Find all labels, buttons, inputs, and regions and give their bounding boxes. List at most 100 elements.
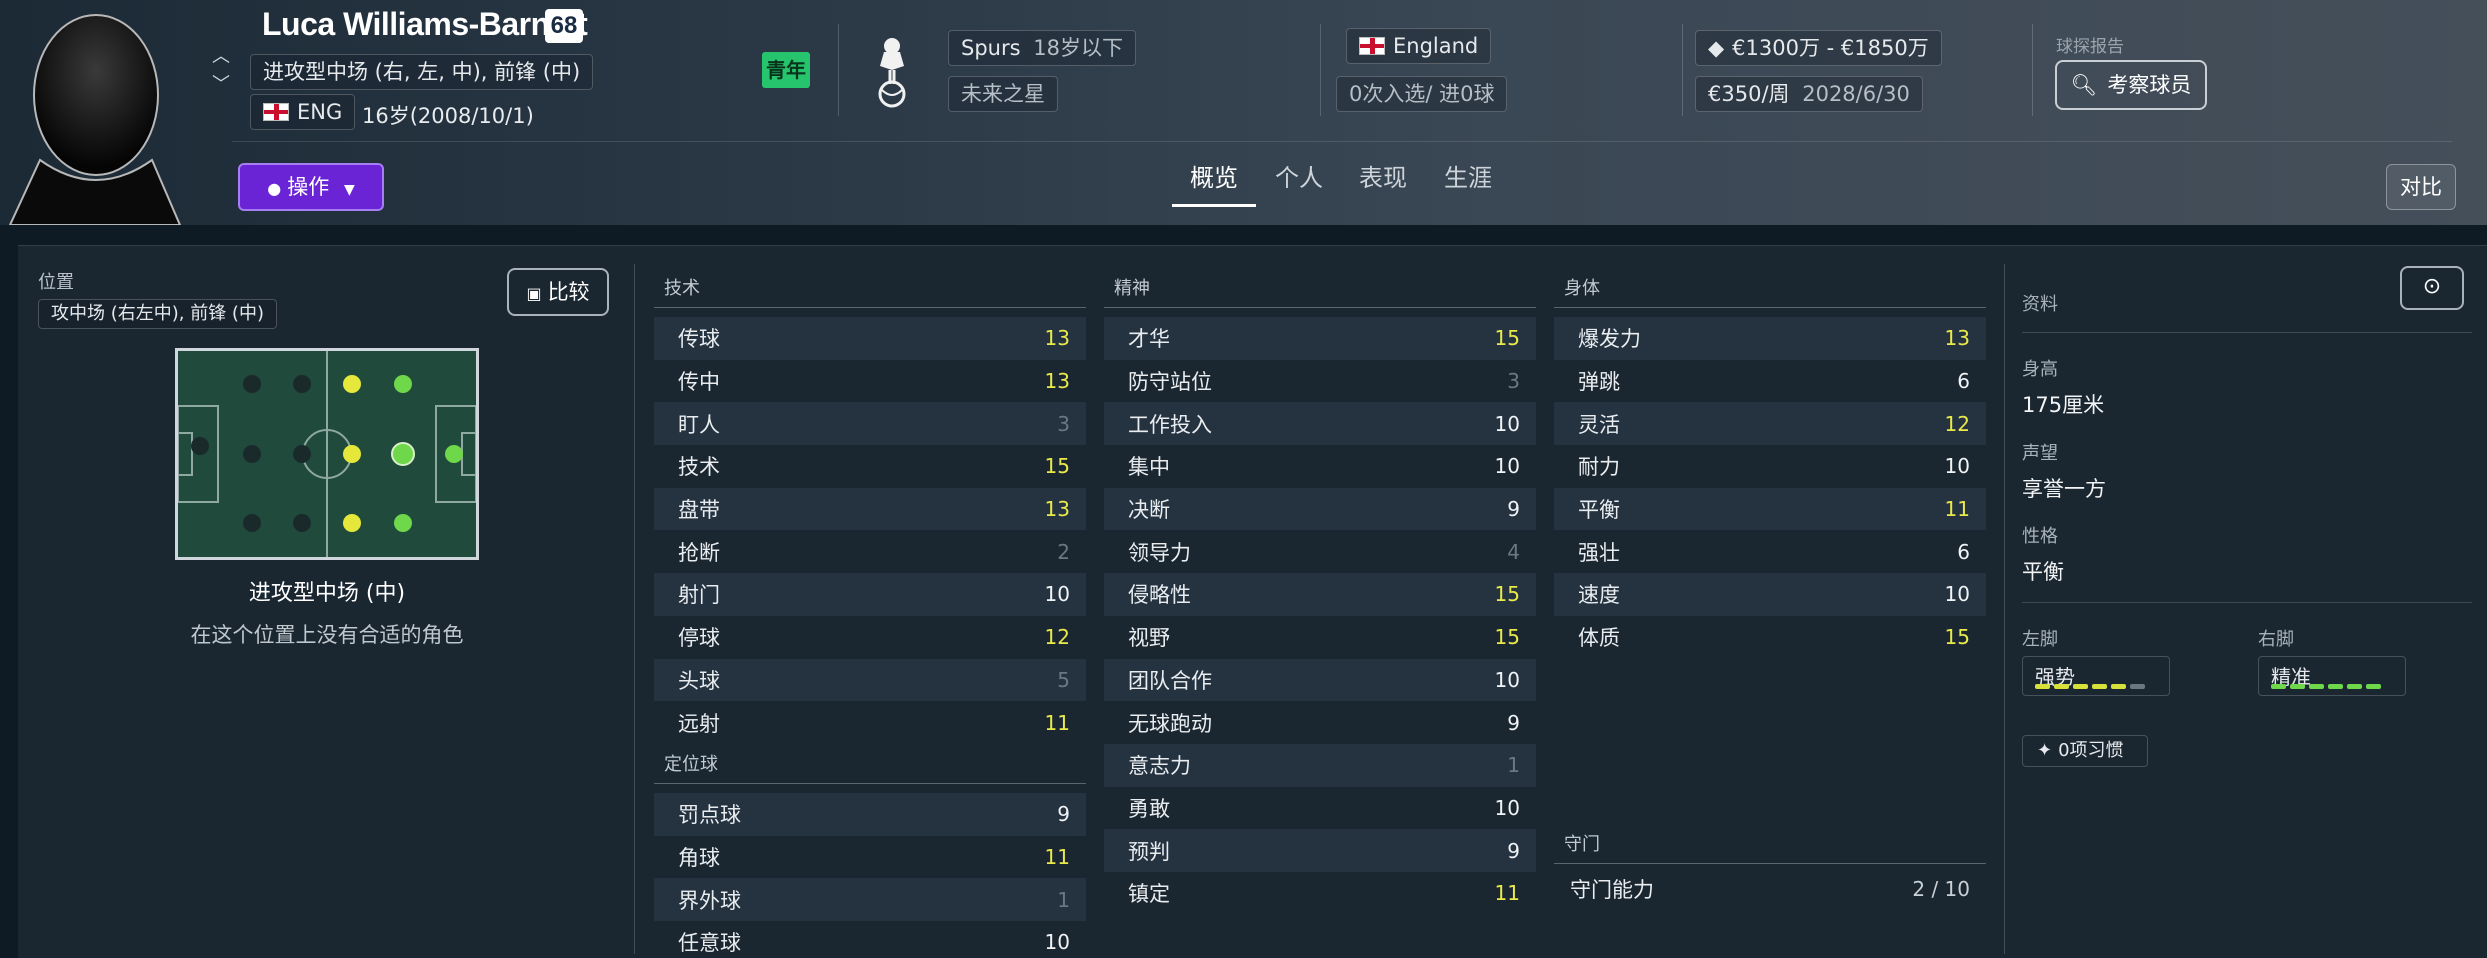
goalkeeping: 守门 守门能力 2 / 10 — [1554, 830, 1986, 911]
tab-performance[interactable]: 表现 — [1359, 158, 1407, 193]
mental-title: 精神 — [1104, 274, 1536, 308]
attribute-name: 灵活 — [1578, 412, 1620, 437]
attribute-row[interactable]: 预判 9 — [1104, 829, 1536, 872]
attribute-value: 10 — [1944, 582, 1970, 607]
scroll-up-icon[interactable]: ︿ — [212, 42, 230, 68]
right-foot-bar — [2271, 684, 2381, 689]
attribute-name: 体质 — [1578, 626, 1620, 651]
attribute-row[interactable]: 防守站位 3 — [1104, 360, 1536, 403]
scroll-down-icon[interactable]: ﹀ — [212, 70, 230, 96]
actions-label: 操作 — [287, 175, 330, 199]
left-foot-rating: 强势 — [2022, 656, 2170, 696]
info-title: 资料 — [2022, 294, 2058, 315]
personality-icon-button[interactable]: ⊙ — [2400, 266, 2464, 310]
attribute-name: 盯人 — [678, 412, 720, 437]
attribute-row[interactable]: 侵略性 15 — [1104, 573, 1536, 616]
attribute-row[interactable]: 意志力 1 — [1104, 743, 1536, 787]
attribute-row[interactable]: 勇敢 10 — [1104, 787, 1536, 830]
player-ca-badge: 68 — [545, 9, 583, 43]
attribute-row[interactable]: 角球 11 — [654, 836, 1086, 879]
attribute-row[interactable]: 速度 10 — [1554, 573, 1986, 616]
attribute-value: 15 — [1044, 454, 1070, 479]
attribute-row[interactable]: 盯人 3 — [654, 402, 1086, 446]
attribute-row[interactable]: 远射 11 — [654, 701, 1086, 744]
attribute-row[interactable]: 领导力 4 — [1104, 530, 1536, 573]
attribute-row[interactable]: 无球跑动 9 — [1104, 701, 1536, 744]
player-avatar — [0, 0, 200, 225]
attribute-row[interactable]: 传中 13 — [654, 360, 1086, 403]
habits-badge[interactable]: ✦ 0项习惯 — [2022, 735, 2148, 767]
attribute-name: 任意球 — [678, 931, 741, 956]
setpiece-title: 定位球 — [654, 750, 1086, 784]
attribute-row[interactable]: 盘带 13 — [654, 487, 1086, 531]
attribute-name: 工作投入 — [1128, 412, 1212, 437]
attribute-row[interactable]: 平衡 11 — [1554, 487, 1986, 531]
attribute-name: 耐力 — [1578, 455, 1620, 480]
attribute-value: 13 — [1044, 369, 1070, 394]
right-foot-label: 右脚 — [2258, 629, 2294, 650]
height-label: 身高 — [2022, 359, 2058, 380]
attribute-row[interactable]: 界外球 1 — [654, 878, 1086, 922]
attribute-row[interactable]: 传球 13 — [654, 317, 1086, 360]
attribute-row[interactable]: 强壮 6 — [1554, 530, 1986, 573]
attribute-value: 11 — [1044, 710, 1070, 735]
attribute-value: 6 — [1957, 369, 1970, 394]
attribute-value: 9 — [1507, 838, 1520, 863]
compare-small-label: 比较 — [547, 280, 590, 304]
england-flag-icon — [263, 103, 289, 121]
attribute-value: 11 — [1044, 845, 1070, 870]
player-status: 未来之星 — [948, 76, 1058, 112]
youth-badge: 青年 — [762, 52, 810, 88]
header-divider — [232, 141, 2452, 142]
contract-info: €350/周 2028/6/30 — [1695, 76, 1923, 112]
attribute-row[interactable]: 视野 15 — [1104, 616, 1536, 659]
attribute-row[interactable]: 耐力 10 — [1554, 445, 1986, 488]
left-foot-bar — [2035, 684, 2145, 689]
attribute-value: 12 — [1944, 411, 1970, 436]
attribute-row[interactable]: 灵活 12 — [1554, 402, 1986, 446]
wage: €350/周 — [1708, 82, 1790, 106]
scout-player-label: 考察球员 — [2107, 73, 2192, 97]
attribute-name: 无球跑动 — [1128, 711, 1212, 736]
player-positions: 进攻型中场 (右, 左, 中), 前锋 (中) — [250, 54, 594, 90]
attribute-value: 9 — [1507, 497, 1520, 522]
divider — [1682, 24, 1683, 116]
attribute-name: 领导力 — [1128, 540, 1191, 565]
tab-personal[interactable]: 个人 — [1275, 158, 1323, 193]
attribute-row[interactable]: 镇定 11 — [1104, 872, 1536, 915]
scout-player-button[interactable]: 🔍︎ 考察球员 — [2055, 60, 2207, 110]
attribute-row[interactable]: 停球 12 — [654, 616, 1086, 659]
goalkeeping-title: 守门 — [1554, 830, 1986, 864]
attribute-row[interactable]: 爆发力 13 — [1554, 317, 1986, 360]
attribute-row[interactable]: 体质 15 — [1554, 616, 1986, 659]
attribute-row[interactable]: 抢断 2 — [654, 530, 1086, 573]
attribute-row[interactable]: 决断 9 — [1104, 487, 1536, 531]
attribute-row[interactable]: 射门 10 — [654, 573, 1086, 616]
attribute-value: 9 — [1057, 802, 1070, 827]
divider — [2032, 24, 2033, 116]
divider — [838, 24, 839, 116]
attribute-name: 平衡 — [1578, 498, 1620, 523]
attribute-row[interactable]: 弹跳 6 — [1554, 360, 1986, 403]
attribute-row[interactable]: 集中 10 — [1104, 445, 1536, 488]
player-value-text: €1300万 - €1850万 — [1732, 36, 1929, 60]
attribute-row[interactable]: 任意球 10 — [654, 921, 1086, 958]
attribute-row[interactable]: 才华 15 — [1104, 317, 1536, 360]
attribute-row[interactable]: 头球 5 — [654, 658, 1086, 702]
attribute-row[interactable]: 技术 15 — [654, 445, 1086, 488]
england-flag-icon — [1359, 37, 1385, 55]
attribute-row[interactable]: 团队合作 10 — [1104, 658, 1536, 702]
tab-overview[interactable]: 概览 — [1190, 158, 1238, 193]
attribute-row[interactable]: 工作投入 10 — [1104, 402, 1536, 446]
compare-small-button[interactable]: ▣ 比较 — [507, 268, 609, 316]
technical-attributes: 技术 传球 13 传中 13 盯人 3 技术 15 盘带 13 抢断 2 射门 10 停球 12 头球 5 远射 11 — [654, 274, 1086, 744]
attribute-row[interactable]: 罚点球 9 — [654, 793, 1086, 836]
actions-menu-button[interactable]: ● 操作 ▼ — [238, 163, 384, 211]
tab-career[interactable]: 生涯 — [1444, 158, 1492, 193]
position-pitch[interactable] — [175, 348, 479, 560]
compare-button[interactable]: 对比 — [2386, 164, 2456, 210]
club-team[interactable]: Spurs 18岁以下 — [948, 30, 1136, 66]
left-foot-label: 左脚 — [2022, 629, 2058, 650]
compare-icon: ▣ — [526, 284, 542, 303]
intl-nation[interactable]: England — [1346, 28, 1492, 64]
